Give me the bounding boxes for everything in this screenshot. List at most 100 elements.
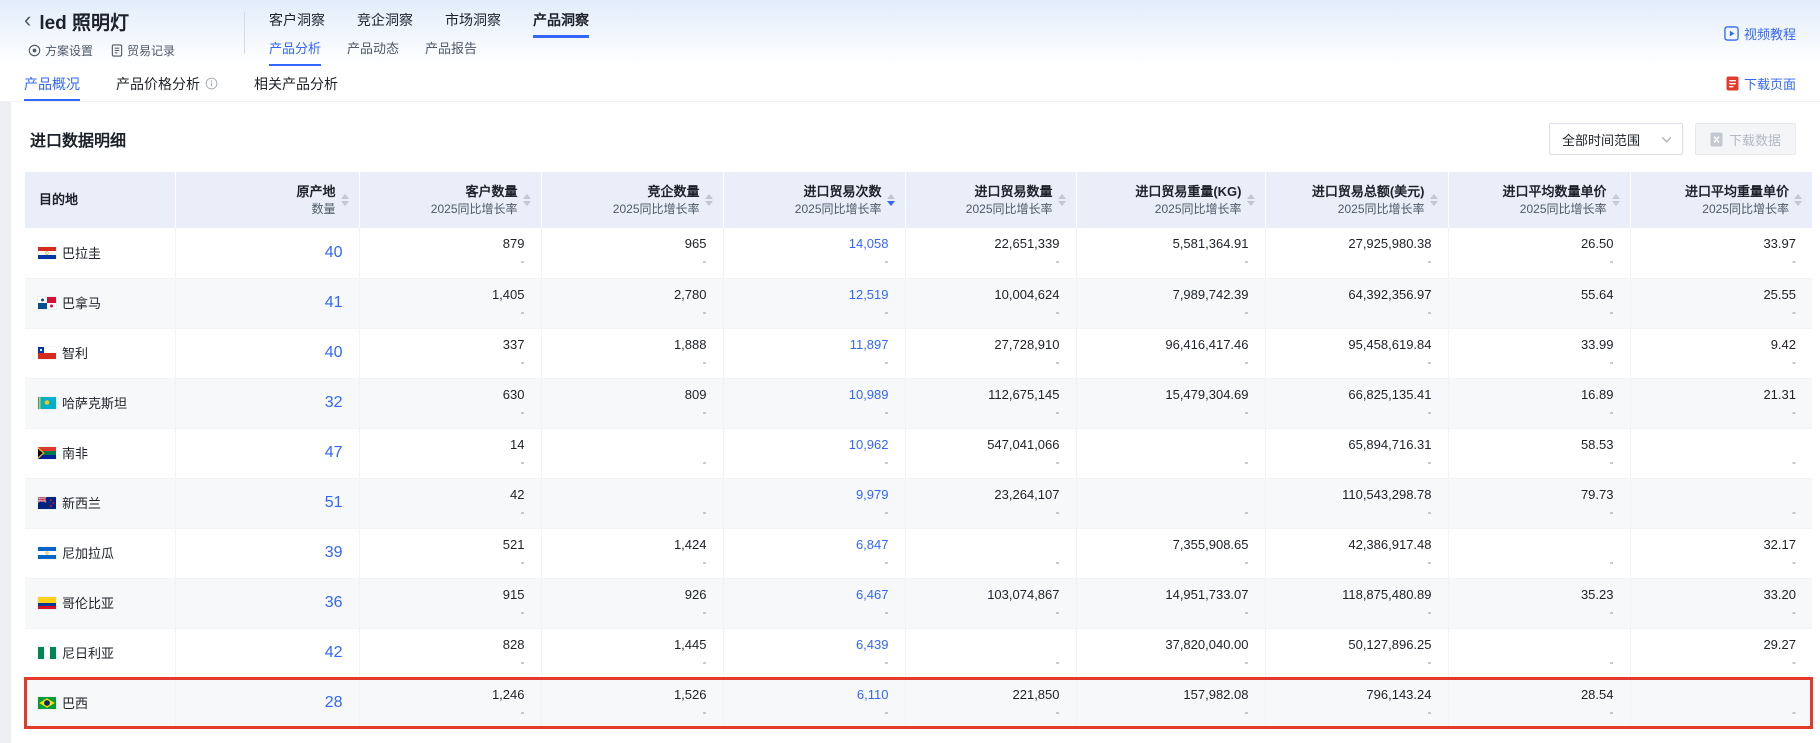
- video-tutorial-link[interactable]: 视频教程: [1724, 24, 1796, 43]
- origin-count-link[interactable]: 42: [325, 644, 343, 661]
- sort-desc-icon[interactable]: [705, 201, 713, 206]
- column-header-competitor_count[interactable]: 竞企数量2025同比增长率: [541, 172, 723, 228]
- tab-customer-insight[interactable]: 客户洞察: [269, 10, 325, 38]
- pdf-file-icon: [1726, 76, 1739, 91]
- sort-carets[interactable]: [341, 194, 349, 206]
- sort-asc-icon[interactable]: [887, 194, 895, 199]
- column-label: 进口贸易重量(KG): [1135, 183, 1241, 201]
- origin-count-link[interactable]: 28: [325, 694, 343, 711]
- sort-carets[interactable]: [523, 194, 531, 206]
- sort-carets[interactable]: [1612, 194, 1620, 206]
- column-header-customer_count[interactable]: 客户数量2025同比增长率: [359, 172, 541, 228]
- origin-count-link[interactable]: 36: [325, 594, 343, 611]
- tab-product-overview[interactable]: 产品概况: [24, 66, 80, 101]
- tab-product-dynamics[interactable]: 产品动态: [347, 38, 399, 66]
- origin-count-link[interactable]: 51: [325, 494, 343, 511]
- sort-carets[interactable]: [1430, 194, 1438, 206]
- plan-settings-button[interactable]: 方案设置: [28, 42, 93, 59]
- sort-asc-icon[interactable]: [341, 194, 349, 199]
- sort-carets[interactable]: [1794, 194, 1802, 206]
- cell-customer_count: 879-: [359, 228, 541, 278]
- cell-value: 915: [360, 586, 525, 604]
- sort-carets[interactable]: [1247, 194, 1255, 206]
- tab-price-analysis[interactable]: 产品价格分析: [116, 66, 218, 101]
- table-row-south_africa: 南非4714--10,962-547,041,066--65,894,716.3…: [25, 428, 1812, 478]
- column-header-origin_count[interactable]: 原产地数量: [175, 172, 359, 228]
- origin-count-link[interactable]: 47: [325, 444, 343, 461]
- trade-count-link[interactable]: 12,519: [724, 286, 889, 304]
- trade-count-link[interactable]: 14,058: [724, 235, 889, 253]
- cell-value: [542, 486, 707, 504]
- origin-count-link[interactable]: 41: [325, 294, 343, 311]
- yoy-growth-value: -: [542, 354, 707, 371]
- sort-asc-icon[interactable]: [1794, 194, 1802, 199]
- yoy-growth-value: -: [1266, 404, 1432, 421]
- download-data-button[interactable]: 下载数据: [1695, 123, 1796, 155]
- cell-value: 27,925,980.38: [1266, 235, 1432, 253]
- tab-product-insight[interactable]: 产品洞察: [533, 10, 589, 38]
- download-page-link[interactable]: 下载页面: [1726, 74, 1796, 93]
- column-header-avg_weight_price[interactable]: 进口平均重量单价2025同比增长率: [1630, 172, 1812, 228]
- sort-desc-icon[interactable]: [887, 201, 895, 206]
- sort-carets[interactable]: [887, 194, 895, 206]
- trade-count-link[interactable]: 10,962: [724, 436, 889, 454]
- sort-desc-icon[interactable]: [1430, 201, 1438, 206]
- yoy-growth-value: -: [1449, 504, 1614, 521]
- cell-competitor_count: -: [541, 478, 723, 528]
- origin-count-link[interactable]: 40: [325, 344, 343, 361]
- column-header-trade_weight[interactable]: 进口贸易重量(KG)2025同比增长率: [1076, 172, 1265, 228]
- sort-asc-icon[interactable]: [705, 194, 713, 199]
- trade-count-link[interactable]: 6,110: [724, 686, 889, 704]
- sort-asc-icon[interactable]: [1247, 194, 1255, 199]
- origin-count-link[interactable]: 32: [325, 394, 343, 411]
- cell-origin-count: 42: [175, 628, 359, 678]
- column-header-avg_qty_price[interactable]: 进口平均数量单价2025同比增长率: [1448, 172, 1630, 228]
- sort-desc-icon[interactable]: [523, 201, 531, 206]
- yoy-growth-value: -: [1266, 704, 1432, 721]
- destination-name: 新西兰: [62, 496, 101, 511]
- sort-carets[interactable]: [705, 194, 713, 206]
- tab-related-products-label: 相关产品分析: [254, 74, 338, 94]
- sort-asc-icon[interactable]: [523, 194, 531, 199]
- cell-customer_count: 915-: [359, 578, 541, 628]
- cell-destination: 南非: [25, 428, 175, 478]
- sort-asc-icon[interactable]: [1612, 194, 1620, 199]
- cell-value: 112,675,145: [906, 386, 1060, 404]
- table-row-chile: 智利40337-1,888-11,897-27,728,910-96,416,4…: [25, 328, 1812, 378]
- cell-destination: 巴西: [25, 678, 175, 728]
- sort-asc-icon[interactable]: [1430, 194, 1438, 199]
- info-icon[interactable]: [205, 77, 218, 90]
- tab-related-products[interactable]: 相关产品分析: [254, 66, 338, 101]
- column-header-trade_count[interactable]: 进口贸易次数2025同比增长率: [723, 172, 905, 228]
- origin-count-link[interactable]: 39: [325, 544, 343, 561]
- trade-count-link[interactable]: 6,439: [724, 636, 889, 654]
- brazil-flag-icon: [38, 697, 56, 709]
- trade-records-button[interactable]: 贸易记录: [111, 42, 175, 59]
- tab-product-report[interactable]: 产品报告: [425, 38, 477, 66]
- back-icon[interactable]: ‹: [24, 9, 31, 31]
- sort-desc-icon[interactable]: [341, 201, 349, 206]
- origin-count-link[interactable]: 40: [325, 244, 343, 261]
- trade-count-link[interactable]: 6,467: [724, 586, 889, 604]
- sort-desc-icon[interactable]: [1247, 201, 1255, 206]
- time-range-select[interactable]: 全部时间范围: [1549, 123, 1683, 155]
- yoy-growth-value: -: [724, 304, 889, 321]
- sort-desc-icon[interactable]: [1058, 201, 1066, 206]
- trade-count-link[interactable]: 9,979: [724, 486, 889, 504]
- trade-count-link[interactable]: 6,847: [724, 536, 889, 554]
- yoy-growth-value: -: [360, 304, 525, 321]
- trade-count-link[interactable]: 11,897: [724, 336, 889, 354]
- column-sublabel: 2025同比增长率: [1502, 201, 1606, 217]
- tab-market-insight[interactable]: 市场洞察: [445, 10, 501, 38]
- sort-asc-icon[interactable]: [1058, 194, 1066, 199]
- cell-competitor_count: 809-: [541, 378, 723, 428]
- sort-carets[interactable]: [1058, 194, 1066, 206]
- column-header-trade_total[interactable]: 进口贸易总额(美元)2025同比增长率: [1265, 172, 1448, 228]
- cell-value: 1,246: [360, 686, 525, 704]
- tab-competitor-insight[interactable]: 竞企洞察: [357, 10, 413, 38]
- column-header-trade_quantity[interactable]: 进口贸易数量2025同比增长率: [905, 172, 1076, 228]
- sort-desc-icon[interactable]: [1794, 201, 1802, 206]
- trade-count-link[interactable]: 10,989: [724, 386, 889, 404]
- tab-product-analysis[interactable]: 产品分析: [269, 38, 321, 66]
- sort-desc-icon[interactable]: [1612, 201, 1620, 206]
